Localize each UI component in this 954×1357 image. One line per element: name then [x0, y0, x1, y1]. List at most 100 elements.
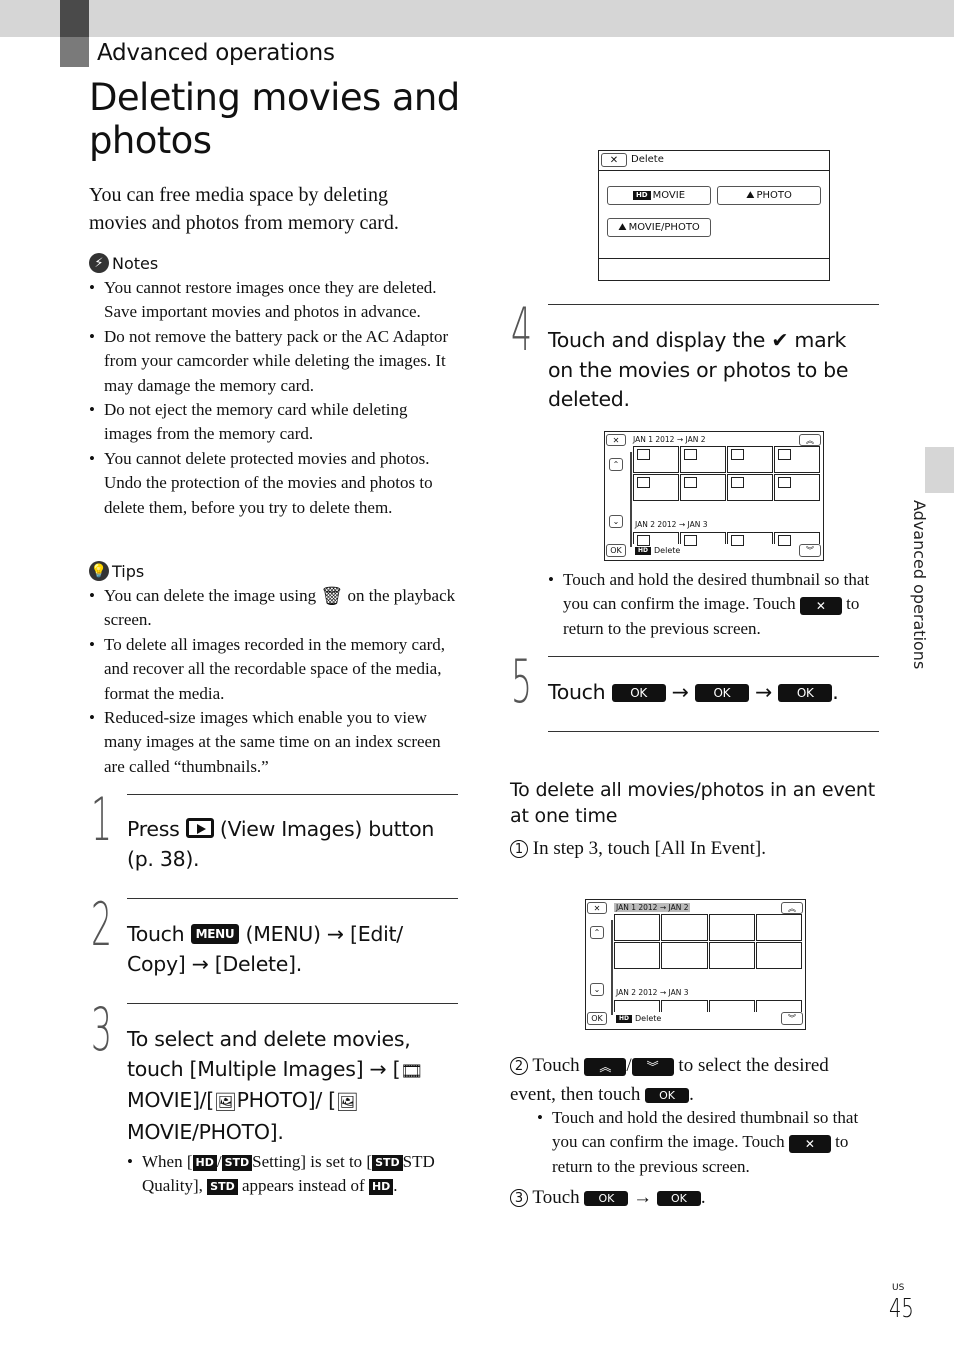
scroll-bottom-button[interactable]: ︾ — [781, 1012, 803, 1025]
checkbox[interactable] — [778, 477, 791, 488]
ok-button-icon: OK — [694, 684, 749, 702]
movie-button[interactable]: HD MOVIE — [607, 186, 711, 205]
list-item: Touch and hold the desired thumbnail so … — [537, 1106, 867, 1179]
checkbox[interactable] — [637, 535, 650, 546]
list-item: To delete all images recorded in the mem… — [89, 633, 459, 706]
checkbox[interactable] — [778, 535, 791, 546]
thumbnail[interactable] — [614, 942, 661, 969]
thumbnail[interactable] — [633, 446, 679, 473]
lightbulb-icon: 💡 — [89, 561, 109, 581]
step-number: 2 — [91, 890, 113, 960]
intro-text: You can free media space by deleting mov… — [89, 184, 399, 234]
side-tab-marker — [925, 447, 954, 493]
close-button[interactable]: ✕ — [587, 902, 607, 914]
event-index-screen: ✕ JAN 1 2012 → JAN 2 ︽ ⌃ ⌄ JAN 2 2012 → JAN 3… — [585, 899, 806, 1030]
checkbox[interactable] — [684, 477, 697, 488]
divider — [548, 731, 879, 732]
checkbox[interactable] — [684, 449, 697, 460]
ok-button-icon: OK — [645, 1088, 690, 1104]
ok-button[interactable]: OK — [606, 544, 626, 557]
hd-badge: HD — [632, 191, 651, 200]
movie-photo-icon: 🖼 — [335, 1092, 359, 1113]
list-item: Do not remove the battery pack or the AC… — [89, 325, 459, 398]
footer-text: Delete — [654, 546, 681, 555]
footer-label: HD Delete — [616, 1014, 661, 1023]
tips-header: 💡 Tips — [89, 561, 144, 581]
thumbnail[interactable] — [614, 914, 661, 941]
up-button-icon: ︽ — [584, 1057, 627, 1076]
photo-icon: 🖼 — [214, 1092, 237, 1113]
thumbnail[interactable] — [633, 532, 679, 546]
scroll-down-button[interactable]: ⌄ — [590, 983, 604, 996]
thumbnail[interactable] — [727, 446, 773, 473]
close-button-icon: ✕ — [788, 1134, 831, 1153]
divider — [599, 258, 829, 259]
checkbox[interactable] — [731, 477, 744, 488]
scroll-bottom-button[interactable]: ︾ — [799, 544, 821, 557]
menu-button-icon: MENU — [190, 924, 240, 944]
trash-icon: 🗑 — [320, 586, 344, 606]
photo-icon: ⛰ — [746, 190, 755, 201]
section-marker-lower — [60, 37, 89, 67]
list-item: Reduced-size images which enable you to … — [89, 706, 459, 779]
thumbnail[interactable] — [774, 532, 820, 546]
page-number: 45 — [889, 1294, 914, 1324]
notes-label: Notes — [112, 253, 159, 273]
divider — [127, 1003, 458, 1004]
divider — [599, 170, 829, 171]
thumbnail[interactable] — [614, 1000, 661, 1012]
thumbnail[interactable] — [633, 474, 679, 501]
list-item: Touch and hold the desired thumbnail so … — [548, 568, 878, 641]
movie-photo-button[interactable]: ⛰ MOVIE/PHOTO — [607, 218, 711, 237]
checkbox[interactable] — [637, 449, 650, 460]
thumbnail[interactable] — [708, 914, 755, 941]
thumbnail[interactable] — [680, 446, 726, 473]
scroll-up-button[interactable]: ⌃ — [590, 926, 604, 939]
event-label: JAN 2 2012 → JAN 3 — [635, 520, 708, 529]
divider — [548, 656, 879, 657]
event-section-heading: To delete all movies/photos in an event … — [510, 779, 875, 827]
notes-header: ⚡ Notes — [89, 253, 158, 273]
region-label: US — [892, 1283, 905, 1293]
scroll-down-button[interactable]: ⌄ — [609, 515, 623, 528]
footer-text: Delete — [635, 1014, 662, 1023]
thumbnail[interactable] — [661, 1000, 708, 1012]
thumbnail[interactable] — [774, 446, 820, 473]
scrollbar[interactable] — [611, 920, 613, 1015]
event-step-2: 2 Touch ︽ / ︾ to select the desired event,… — [510, 1055, 829, 1105]
step-number: 1 — [91, 785, 113, 855]
thumbnail[interactable] — [755, 914, 802, 941]
checkbox[interactable] — [731, 449, 744, 460]
thumbnail[interactable] — [774, 474, 820, 501]
close-button[interactable]: ✕ — [601, 153, 627, 167]
ok-button-icon: OK — [656, 1191, 701, 1207]
close-button-icon: ✕ — [799, 596, 842, 615]
checkbox[interactable] — [731, 535, 744, 546]
scroll-top-button[interactable]: ︽ — [781, 902, 803, 914]
thumbnail[interactable] — [727, 532, 773, 546]
scrollbar[interactable] — [630, 452, 632, 547]
thumbnail[interactable] — [755, 1000, 802, 1012]
scroll-up-button[interactable]: ⌃ — [609, 458, 623, 471]
ok-button[interactable]: OK — [587, 1012, 607, 1025]
thumbnail[interactable] — [661, 942, 708, 969]
checkbox[interactable] — [684, 535, 697, 546]
step-number: 5 — [511, 647, 533, 717]
scroll-top-button[interactable]: ︽ — [799, 434, 821, 446]
thumbnail[interactable] — [680, 474, 726, 501]
thumbnail[interactable] — [661, 914, 708, 941]
checkbox[interactable] — [778, 449, 791, 460]
thumbnail[interactable] — [727, 474, 773, 501]
thumbnail[interactable] — [708, 1000, 755, 1012]
std-badge: STD — [207, 1179, 238, 1196]
event-step-2-notes: Touch and hold the desired thumbnail so … — [537, 1106, 867, 1179]
thumbnail[interactable] — [680, 532, 726, 546]
ok-button-icon: OK — [611, 684, 666, 702]
thumbnail[interactable] — [708, 942, 755, 969]
close-button[interactable]: ✕ — [606, 434, 626, 446]
photo-button[interactable]: ⛰ PHOTO — [717, 186, 821, 205]
lightning-icon: ⚡ — [89, 253, 109, 273]
view-images-icon — [185, 818, 214, 838]
thumbnail[interactable] — [755, 942, 802, 969]
checkbox[interactable] — [637, 477, 650, 488]
